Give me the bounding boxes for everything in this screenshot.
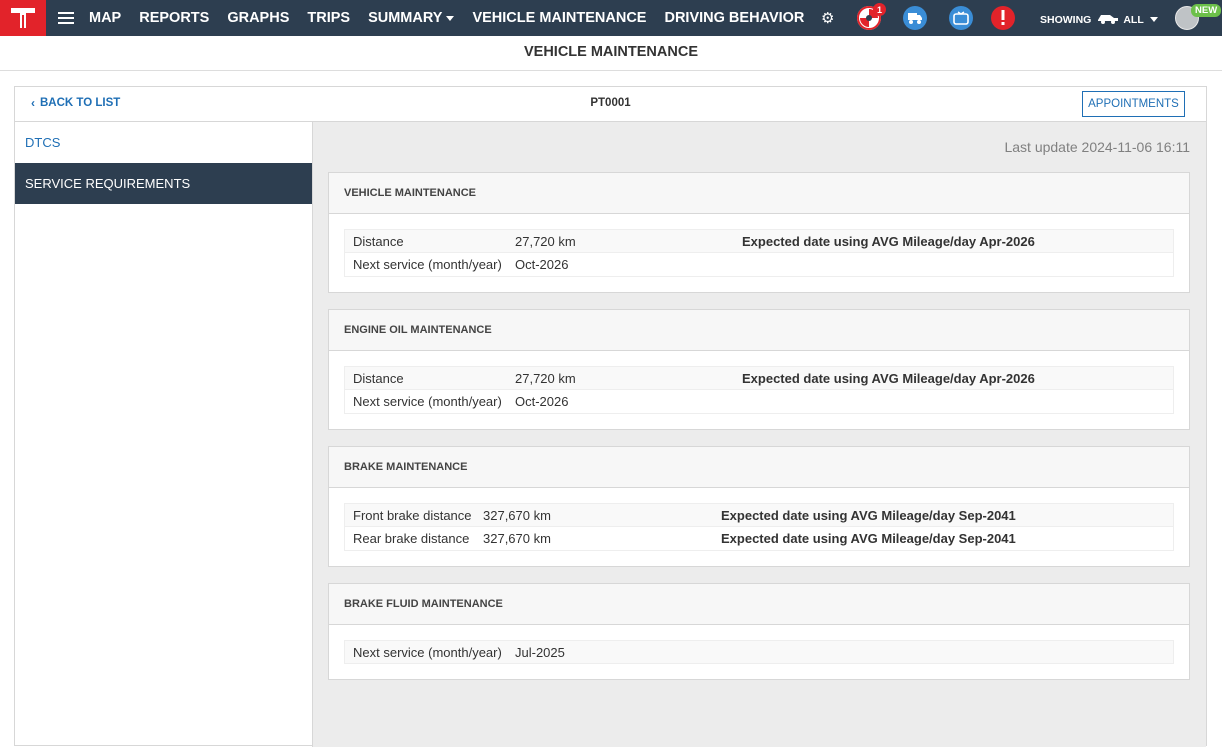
sidebar-item-label: DTCS: [25, 135, 61, 150]
gear-icon[interactable]: ⚙: [821, 9, 834, 27]
card-body: Front brake distance 327,670 km Expected…: [329, 488, 1189, 566]
table-row: Rear brake distance 327,670 km Expected …: [344, 527, 1174, 551]
row-note: Expected date using AVG Mileage/day Apr-…: [742, 233, 1035, 249]
showing-filter[interactable]: SHOWING ALL: [1040, 12, 1158, 27]
nav-driving-behavior-label: DRIVING BEHAVIOR: [664, 10, 805, 26]
sidebar-item-service-requirements[interactable]: SERVICE REQUIREMENTS: [15, 163, 312, 204]
truck-service-icon[interactable]: [903, 6, 927, 30]
table-row: Distance 27,720 km Expected date using A…: [344, 229, 1174, 253]
logo-icon[interactable]: [0, 0, 46, 36]
row-value: 327,670 km: [483, 531, 551, 546]
table-row: Distance 27,720 km Expected date using A…: [344, 366, 1174, 390]
row-note: Expected date using AVG Mileage/day Sep-…: [721, 507, 1016, 523]
row-label: Next service (month/year): [353, 257, 502, 272]
card-body: Distance 27,720 km Expected date using A…: [329, 214, 1189, 292]
row-note: Expected date using AVG Mileage/day Apr-…: [742, 370, 1035, 386]
nav-driving-behavior[interactable]: DRIVING BEHAVIOR: [664, 10, 804, 26]
vehicle-icon: [1097, 12, 1119, 27]
table-row: Next service (month/year) Oct-2026: [344, 253, 1174, 277]
page-title: VEHICLE MAINTENANCE: [0, 36, 1222, 71]
row-label: Rear brake distance: [353, 531, 470, 546]
sidebar-item-label: SERVICE REQUIREMENTS: [25, 176, 191, 191]
nav-map-label: MAP: [89, 10, 122, 26]
main-nav: MAP REPORTS GRAPHS TRIPS SUMMARY VEHICLE…: [89, 0, 813, 36]
nav-map[interactable]: MAP: [89, 10, 121, 26]
table-row: Front brake distance 327,670 km Expected…: [344, 503, 1174, 527]
nav-graphs-label: GRAPHS: [227, 10, 290, 26]
vehicle-panel: ‹ BACK TO LIST PT0001 APPOINTMENTS DTCS …: [14, 86, 1207, 747]
last-update: Last update 2024-11-06 16:11: [1004, 139, 1190, 155]
sidebar-item-dtcs[interactable]: DTCS: [15, 122, 312, 163]
card-title: ENGINE OIL MAINTENANCE: [329, 310, 1189, 351]
nav-vehicle-maintenance-label: VEHICLE MAINTENANCE: [472, 10, 647, 26]
sidebar: DTCS SERVICE REQUIREMENTS: [15, 122, 313, 747]
vehicle-maintenance-card: VEHICLE MAINTENANCE Distance 27,720 km E…: [328, 172, 1190, 293]
card-title: VEHICLE MAINTENANCE: [329, 173, 1189, 214]
vehicle-id: PT0001: [590, 97, 631, 109]
chevron-down-icon: [446, 15, 455, 21]
table-row: Next service (month/year) Oct-2026: [344, 390, 1174, 414]
top-navigation: MAP REPORTS GRAPHS TRIPS SUMMARY VEHICLE…: [0, 0, 1222, 36]
card-body: Next service (month/year) Jul-2025: [329, 625, 1189, 679]
nav-vehicle-maintenance[interactable]: VEHICLE MAINTENANCE: [472, 10, 646, 26]
nav-trips-label: TRIPS: [307, 10, 351, 26]
menu-icon[interactable]: [58, 10, 74, 26]
nav-summary[interactable]: SUMMARY: [368, 10, 455, 26]
row-value: 27,720 km: [515, 370, 576, 386]
showing-label: SHOWING: [1040, 13, 1092, 26]
table-row: Next service (month/year) Jul-2025: [344, 640, 1174, 664]
main-content: Last update 2024-11-06 16:11 VEHICLE MAI…: [313, 122, 1206, 747]
row-label: Distance: [353, 370, 404, 386]
new-badge: NEW: [1191, 4, 1222, 17]
row-value: Oct-2026: [515, 394, 569, 409]
row-label: Distance: [353, 233, 404, 249]
tv-icon[interactable]: [949, 6, 973, 30]
card-title: BRAKE MAINTENANCE: [329, 447, 1189, 488]
card-title: BRAKE FLUID MAINTENANCE: [329, 584, 1189, 625]
row-label: Front brake distance: [353, 507, 472, 523]
row-value: 27,720 km: [515, 233, 576, 249]
row-value: Oct-2026: [515, 257, 569, 272]
nav-summary-label: SUMMARY: [368, 10, 443, 26]
panel-header: ‹ BACK TO LIST PT0001 APPOINTMENTS: [15, 87, 1206, 122]
appointments-button[interactable]: APPOINTMENTS: [1082, 91, 1185, 117]
alert-icon[interactable]: [991, 6, 1015, 30]
notification-badge: 1: [873, 3, 886, 16]
showing-value: ALL: [1123, 13, 1144, 26]
nav-graphs[interactable]: GRAPHS: [227, 10, 289, 26]
chevron-down-icon: [1149, 17, 1158, 22]
row-label: Next service (month/year): [353, 644, 502, 660]
engine-oil-maintenance-card: ENGINE OIL MAINTENANCE Distance 27,720 k…: [328, 309, 1190, 430]
nav-reports[interactable]: REPORTS: [139, 10, 209, 26]
row-value: 327,670 km: [483, 507, 551, 523]
row-value: Jul-2025: [515, 644, 565, 660]
row-label: Next service (month/year): [353, 394, 502, 409]
nav-trips[interactable]: TRIPS: [307, 10, 350, 26]
brake-fluid-maintenance-card: BRAKE FLUID MAINTENANCE Next service (mo…: [328, 583, 1190, 680]
brake-maintenance-card: BRAKE MAINTENANCE Front brake distance 3…: [328, 446, 1190, 567]
card-body: Distance 27,720 km Expected date using A…: [329, 351, 1189, 429]
nav-reports-label: REPORTS: [139, 10, 210, 26]
row-note: Expected date using AVG Mileage/day Sep-…: [721, 531, 1016, 546]
